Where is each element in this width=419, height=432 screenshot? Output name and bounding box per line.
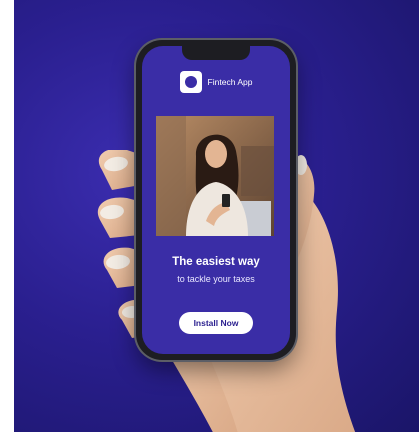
app-logo-icon — [179, 71, 202, 93]
subheadline: to tackle your taxes — [177, 274, 255, 284]
app-header: Fintech App — [142, 71, 290, 93]
phone-screen: Fintech App The easiest way to tackle yo… — [142, 46, 290, 354]
woman-with-phone-photo — [156, 116, 274, 236]
headline: The easiest way — [172, 256, 260, 268]
ad-background: Fintech App The easiest way to tackle yo… — [14, 0, 419, 432]
app-name: Fintech App — [207, 77, 253, 87]
install-now-button[interactable]: Install Now — [179, 312, 253, 334]
phone-notch — [182, 46, 250, 60]
phone-device: Fintech App The easiest way to tackle yo… — [136, 40, 296, 360]
